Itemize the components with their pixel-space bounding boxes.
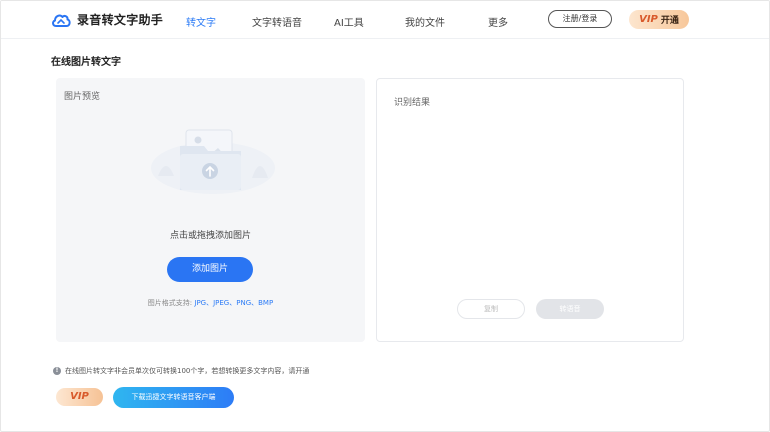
page-title: 在线图片转文字 xyxy=(51,57,121,68)
info-icon: ! xyxy=(53,367,61,375)
nav-ai-tools[interactable]: AI工具 xyxy=(334,14,364,29)
add-image-button[interactable]: 添加图片 xyxy=(167,257,253,282)
nav-speech-to-text[interactable]: 转文字 xyxy=(186,14,216,29)
vip-open-label: 开通 xyxy=(660,16,679,26)
logo[interactable]: 录音转文字助手 xyxy=(51,11,163,28)
vip-open-button[interactable]: VIP 开通 xyxy=(629,10,689,29)
download-client-button[interactable]: 下载迅捷文字转语音客户端 xyxy=(113,387,234,408)
nav-my-files[interactable]: 我的文件 xyxy=(405,14,445,29)
formats-list: JPG、JPEG、PNG、BMP xyxy=(194,299,274,307)
recognition-result-title: 识别结果 xyxy=(394,98,431,108)
nav-text-to-speech[interactable]: 文字转语音 xyxy=(252,14,302,29)
app-name: 录音转文字助手 xyxy=(77,13,164,27)
top-header: 录音转文字助手 转文字 文字转语音 AI工具 我的文件 更多 注册/登录 VIP… xyxy=(1,1,769,39)
vip-badge[interactable]: VIP xyxy=(56,388,103,406)
upload-folder-illustration-icon xyxy=(151,129,275,194)
supported-formats: 图片格式支持: JPG、JPEG、PNG、BMP xyxy=(56,298,365,308)
login-register-button[interactable]: 注册/登录 xyxy=(548,10,612,28)
image-preview-panel[interactable]: 图片预览 点击或拖拽添加图片 添加图片 图片格式支持: JPG、JPEG、PNG… xyxy=(56,78,365,342)
image-preview-title: 图片预览 xyxy=(64,92,101,102)
member-notice: ! 在线图片转文字非会员单次仅可转换100个字，若想转换更多文字内容，请开通 xyxy=(53,366,309,376)
copy-button[interactable]: 复制 xyxy=(457,299,525,319)
cloud-logo-icon xyxy=(52,14,71,27)
drop-hint-text: 点击或拖拽添加图片 xyxy=(169,231,251,241)
recognition-result-panel[interactable]: 识别结果 复制 转语音 xyxy=(376,78,684,342)
member-notice-text: 在线图片转文字非会员单次仅可转换100个字，若想转换更多文字内容，请开通 xyxy=(65,367,310,375)
vip-label: VIP xyxy=(639,14,658,25)
formats-prefix: 图片格式支持: xyxy=(147,299,193,307)
app-window: 录音转文字助手 转文字 文字转语音 AI工具 我的文件 更多 注册/登录 VIP… xyxy=(0,0,770,432)
to-speech-button[interactable]: 转语音 xyxy=(536,299,604,319)
nav-more[interactable]: 更多 xyxy=(488,14,508,29)
